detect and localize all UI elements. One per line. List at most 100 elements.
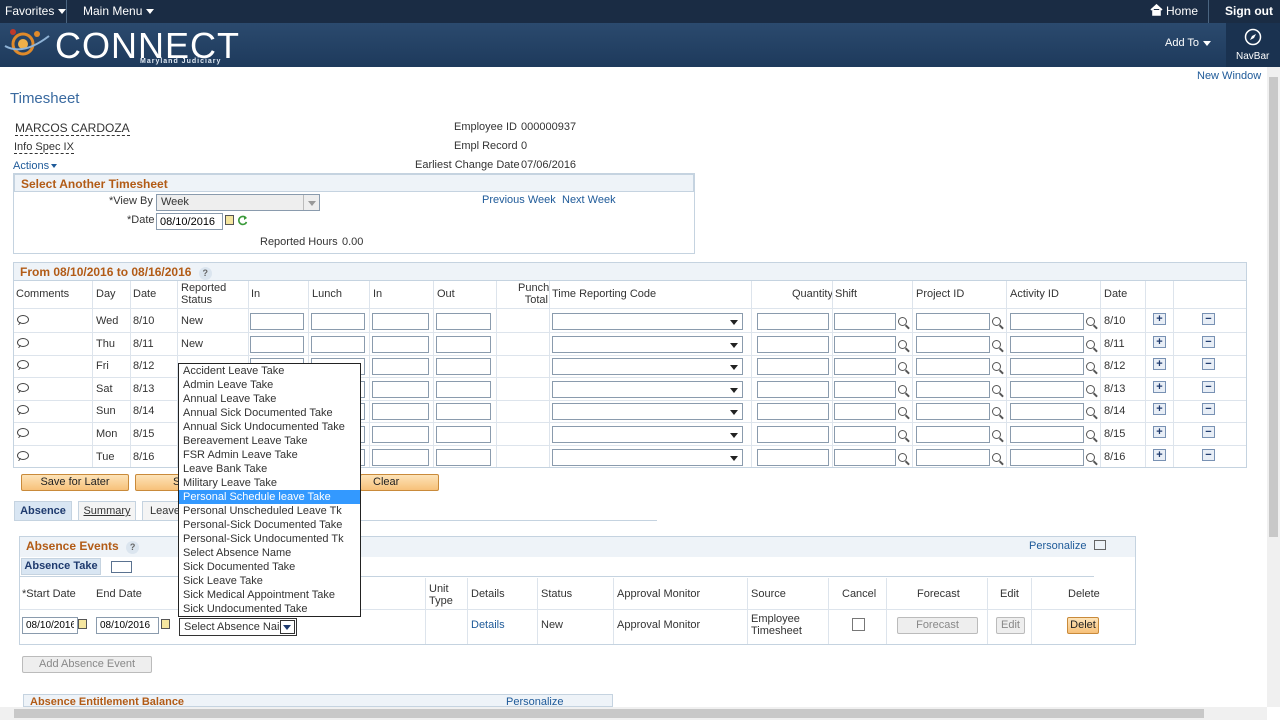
search-icon[interactable] <box>1086 317 1095 326</box>
time-out-input[interactable] <box>436 449 491 466</box>
project-id-input[interactable] <box>916 449 990 466</box>
navbar-button[interactable]: NavBar <box>1226 23 1280 67</box>
time-in-input[interactable] <box>250 336 304 353</box>
search-icon[interactable] <box>992 362 1001 371</box>
add-row-icon[interactable]: + <box>1153 426 1166 438</box>
main-menu[interactable]: Main Menu <box>83 4 155 18</box>
project-id-input[interactable] <box>916 403 990 420</box>
project-id-input[interactable] <box>916 426 990 443</box>
time-out-input[interactable] <box>436 403 491 420</box>
dropdown-option[interactable]: Accident Leave Take <box>179 364 360 378</box>
delete-row-icon[interactable]: − <box>1202 381 1215 393</box>
details-link[interactable]: Details <box>471 619 505 631</box>
add-row-icon[interactable]: + <box>1153 313 1166 325</box>
time-out-input[interactable] <box>436 336 491 353</box>
lunch-input[interactable] <box>311 313 365 330</box>
new-window-link[interactable]: New Window <box>1197 70 1261 82</box>
horizontal-scrollbar[interactable] <box>0 707 1267 720</box>
project-id-input[interactable] <box>916 336 990 353</box>
search-icon[interactable] <box>898 407 907 416</box>
start-date-input[interactable] <box>22 617 78 634</box>
grid-options-icon[interactable] <box>1094 540 1106 550</box>
calendar-icon[interactable] <box>225 215 234 225</box>
comment-icon[interactable] <box>17 338 29 347</box>
delete-row-icon[interactable]: − <box>1202 358 1215 370</box>
comment-icon[interactable] <box>17 360 29 369</box>
calendar-icon[interactable] <box>78 619 87 629</box>
time-in-2-input[interactable] <box>372 426 429 443</box>
time-in-2-input[interactable] <box>372 313 429 330</box>
search-icon[interactable] <box>1086 340 1095 349</box>
time-in-2-input[interactable] <box>372 358 429 375</box>
scrollbar-thumb[interactable] <box>1269 77 1278 537</box>
delete-row-icon[interactable]: − <box>1202 403 1215 415</box>
shift-input[interactable] <box>834 381 896 398</box>
subtab-absence-take[interactable]: Absence Take <box>21 558 101 575</box>
sign-out-link[interactable]: Sign out <box>1225 4 1273 18</box>
refresh-icon[interactable] <box>237 215 248 226</box>
search-icon[interactable] <box>1086 362 1095 371</box>
lunch-input[interactable] <box>311 336 365 353</box>
time-reporting-code-select[interactable] <box>552 313 743 330</box>
dropdown-option[interactable]: FSR Admin Leave Take <box>179 448 360 462</box>
time-in-input[interactable] <box>250 313 304 330</box>
personalize-link[interactable]: Personalize <box>1029 540 1086 552</box>
dropdown-option[interactable]: Sick Medical Appointment Take <box>179 588 360 602</box>
activity-id-input[interactable] <box>1010 358 1084 375</box>
shift-input[interactable] <box>834 336 896 353</box>
dropdown-option[interactable]: Annual Sick Documented Take <box>179 406 360 420</box>
shift-input[interactable] <box>834 358 896 375</box>
search-icon[interactable] <box>898 340 907 349</box>
dropdown-option[interactable]: Personal-Sick Undocumented Tk <box>179 532 360 546</box>
add-row-icon[interactable]: + <box>1153 381 1166 393</box>
search-icon[interactable] <box>992 317 1001 326</box>
search-icon[interactable] <box>1086 385 1095 394</box>
delete-row-icon[interactable]: − <box>1202 336 1215 348</box>
help-icon[interactable]: ? <box>126 541 140 554</box>
add-to-menu[interactable]: Add To <box>1165 37 1212 49</box>
delete-row-icon[interactable]: − <box>1202 449 1215 461</box>
quantity-input[interactable] <box>757 358 829 375</box>
delete-row-icon[interactable]: − <box>1202 313 1215 325</box>
project-id-input[interactable] <box>916 313 990 330</box>
dropdown-option[interactable]: Personal-Sick Documented Take <box>179 518 360 532</box>
dropdown-option[interactable]: Annual Sick Undocumented Take <box>179 420 360 434</box>
personalize-link[interactable]: Personalize <box>506 696 563 706</box>
end-date-input[interactable] <box>96 617 159 634</box>
activity-id-input[interactable] <box>1010 313 1084 330</box>
cancel-checkbox[interactable] <box>852 618 865 631</box>
comment-icon[interactable] <box>17 383 29 392</box>
quantity-input[interactable] <box>757 426 829 443</box>
comment-icon[interactable] <box>17 405 29 414</box>
add-row-icon[interactable]: + <box>1153 449 1166 461</box>
shift-input[interactable] <box>834 403 896 420</box>
edit-button[interactable]: Edit <box>996 617 1025 634</box>
dropdown-button[interactable] <box>280 620 295 634</box>
quantity-input[interactable] <box>757 336 829 353</box>
shift-input[interactable] <box>834 449 896 466</box>
time-in-2-input[interactable] <box>372 403 429 420</box>
actions-menu[interactable]: Actions <box>13 160 58 172</box>
quantity-input[interactable] <box>757 449 829 466</box>
activity-id-input[interactable] <box>1010 426 1084 443</box>
delete-row-icon[interactable]: − <box>1202 426 1215 438</box>
time-in-2-input[interactable] <box>372 336 429 353</box>
time-reporting-code-select[interactable] <box>552 336 743 353</box>
show-all-columns-icon[interactable] <box>111 561 132 573</box>
quantity-input[interactable] <box>757 403 829 420</box>
dropdown-option[interactable]: Military Leave Take <box>179 476 360 490</box>
search-icon[interactable] <box>898 385 907 394</box>
activity-id-input[interactable] <box>1010 403 1084 420</box>
time-in-2-input[interactable] <box>372 381 429 398</box>
search-icon[interactable] <box>992 453 1001 462</box>
help-icon[interactable]: ? <box>198 267 212 280</box>
search-icon[interactable] <box>992 407 1001 416</box>
time-out-input[interactable] <box>436 381 491 398</box>
add-absence-event-button[interactable]: Add Absence Event <box>22 656 152 673</box>
search-icon[interactable] <box>898 317 907 326</box>
search-icon[interactable] <box>1086 430 1095 439</box>
dropdown-option[interactable]: Sick Leave Take <box>179 574 360 588</box>
clear-button[interactable]: Clear <box>360 474 439 491</box>
next-week-link[interactable]: Next Week <box>562 194 616 206</box>
activity-id-input[interactable] <box>1010 381 1084 398</box>
